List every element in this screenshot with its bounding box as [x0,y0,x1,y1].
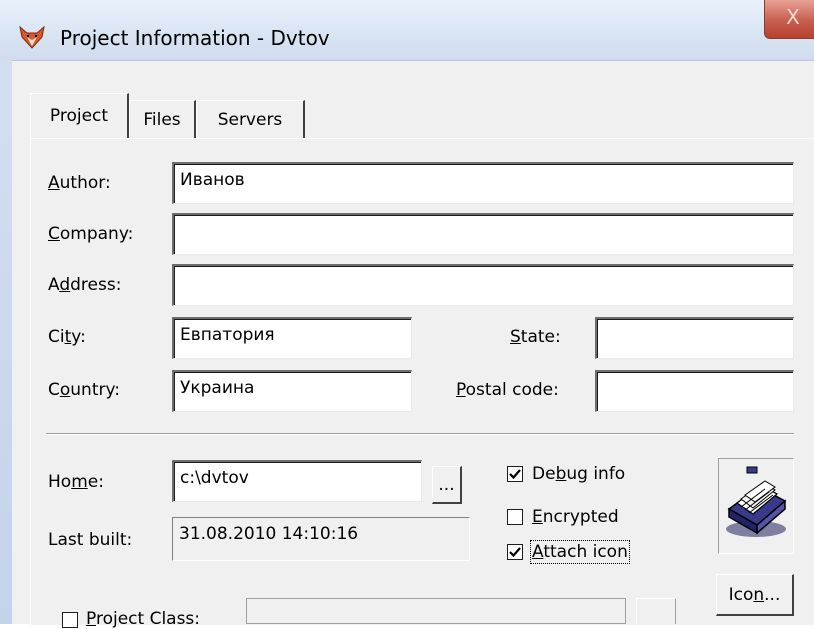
icon-preview [718,458,794,554]
postal-code-field[interactable] [595,370,794,412]
browse-button[interactable]: ... [432,466,462,504]
debug-info-label[interactable]: Debug info [532,464,625,484]
address-label: Address: [48,275,122,295]
close-icon: X [786,5,800,29]
project-class-browse-button [636,598,676,624]
title-bar[interactable]: Project Information - Dvtov X [0,0,814,61]
city-field[interactable]: Евпатория [172,317,412,359]
address-field[interactable] [172,264,794,306]
project-class-label[interactable]: Project Class: [86,609,200,629]
close-button[interactable]: X [764,0,814,39]
company-label: Company: [48,224,134,244]
tab-label: Servers [217,110,283,130]
last-built-label: Last built: [48,530,133,550]
project-class-field [246,598,626,624]
author-field[interactable]: Иванов [172,162,794,204]
browse-label: ... [438,474,455,495]
author-label: Author: [48,173,111,193]
attach-icon-label[interactable]: Attach icon [530,540,630,564]
tab-servers[interactable]: Servers [196,100,305,139]
checkmark-icon [509,547,521,558]
country-label: Country: [48,380,121,400]
window-border [0,60,12,624]
postal-code-label: Postal code: [456,380,559,400]
tab-label: Project [49,106,109,126]
encrypted-checkbox[interactable] [507,509,523,525]
tab-files[interactable]: Files [129,100,196,139]
city-label: City: [48,327,86,347]
attach-icon-checkbox[interactable] [507,544,523,560]
country-field[interactable]: Украина [172,370,412,412]
state-label: State: [510,327,561,347]
company-field[interactable] [172,213,794,255]
debug-info-checkbox[interactable] [507,466,523,482]
home-field[interactable]: c:\dvtov [172,460,422,502]
tab-project[interactable]: Project [30,93,129,138]
card-file-icon [726,466,787,537]
encrypted-label[interactable]: Encrypted [532,507,619,527]
tab-label: Files [143,110,181,130]
state-field[interactable] [595,317,794,359]
section-divider [46,433,794,435]
icon-button-label: Icon... [728,584,781,605]
dialog-window: Project Information - Dvtov X Project Fi… [0,0,814,629]
checkmark-icon [509,469,521,480]
last-built-field: 31.08.2010 14:10:16 [172,517,470,561]
home-label: Home: [48,472,104,492]
fox-icon [18,25,46,49]
icon-button[interactable]: Icon... [716,574,794,616]
window-title: Project Information - Dvtov [60,26,330,50]
project-class-checkbox[interactable] [62,612,78,628]
